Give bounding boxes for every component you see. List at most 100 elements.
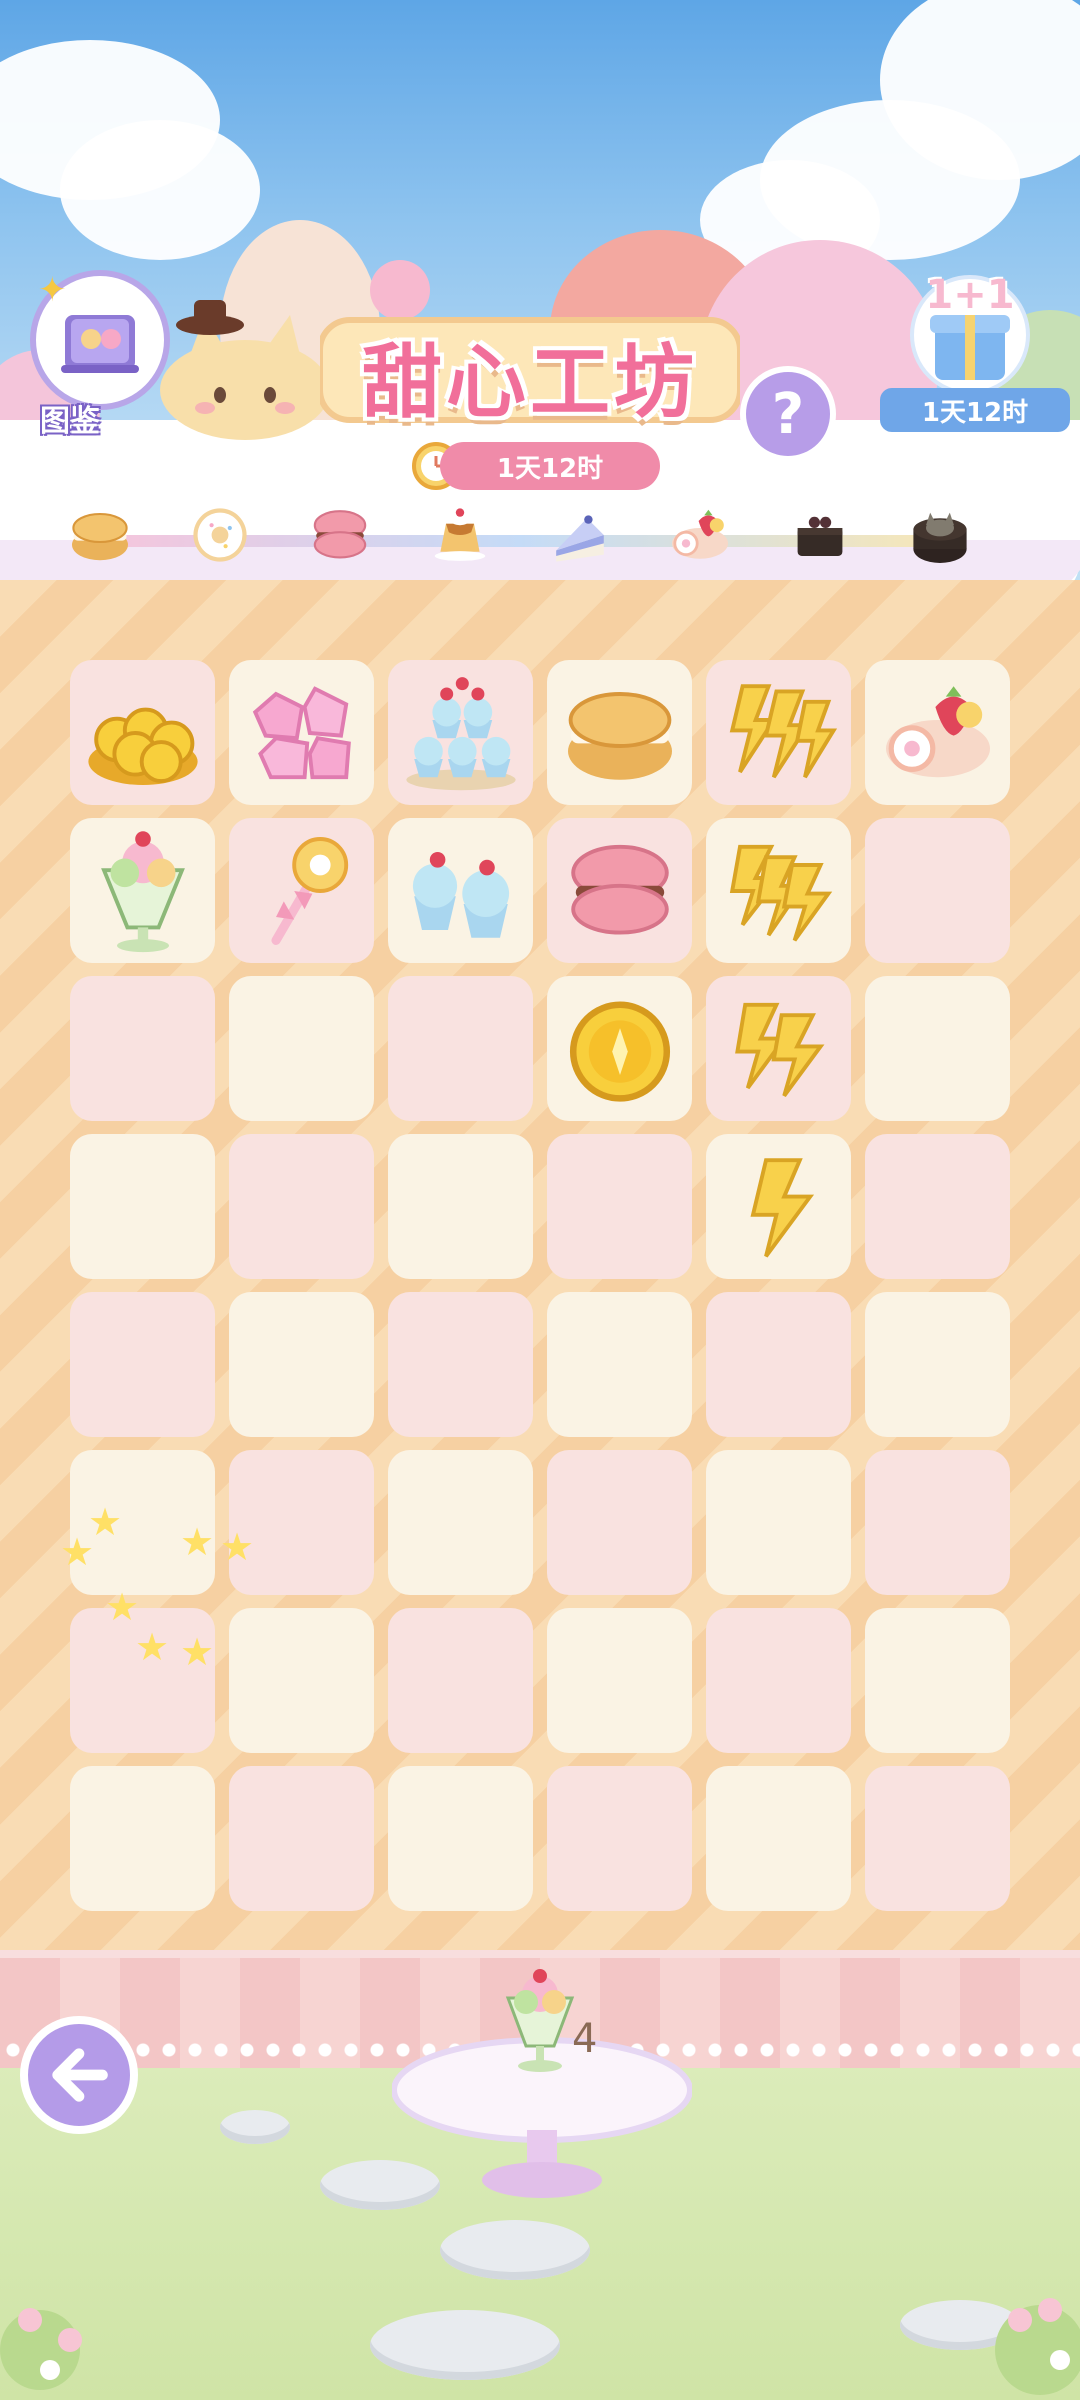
gold-coin-icon [569, 1001, 670, 1102]
board-cell[interactable] [706, 660, 851, 805]
board-cell[interactable] [706, 976, 851, 1121]
board-cell-empty[interactable] [388, 976, 533, 1121]
track-item-donut [185, 500, 255, 570]
board-cell-empty[interactable] [865, 976, 1010, 1121]
flower-bush [995, 2298, 1080, 2395]
board-cell-empty[interactable] [865, 1292, 1010, 1437]
gold-coins-pile-icon [87, 707, 198, 785]
board-cell-empty[interactable] [706, 1450, 851, 1595]
board-cell-empty[interactable] [388, 1134, 533, 1279]
board-cell[interactable] [229, 818, 374, 963]
track-item-pudding [425, 500, 495, 570]
board-cell-empty[interactable] [547, 1134, 692, 1279]
board-cell-empty[interactable] [388, 1292, 533, 1437]
board-cell-empty[interactable] [865, 1450, 1010, 1595]
page-title: 甜心工坊 [362, 336, 698, 429]
board-cell[interactable] [70, 660, 215, 805]
pink-gems-icon [252, 685, 351, 779]
sparkle-icon: ✦ [38, 270, 67, 310]
board-cell[interactable] [706, 1134, 851, 1279]
board-cell-empty[interactable] [865, 818, 1010, 963]
book-icon [61, 315, 139, 373]
cupcake-tower-icon [405, 676, 516, 790]
board-cell[interactable] [706, 818, 851, 963]
lollipop-wand-icon [270, 836, 348, 945]
sparkle-icon: ★ [88, 1500, 123, 1544]
macaron-icon [313, 510, 367, 559]
sparkle-icon: ★ [180, 1630, 215, 1674]
chocolate-cake-icon [797, 516, 843, 556]
sparkle-icon: ★ [220, 1525, 255, 1569]
board-cell-empty[interactable] [547, 1450, 692, 1595]
lightning-triple-icon [729, 683, 837, 778]
board-cell-empty[interactable] [70, 1292, 215, 1437]
strawberry-roll-icon [885, 685, 990, 777]
track-item-blueberry-cake [545, 500, 615, 570]
board-cell-empty[interactable] [547, 1608, 692, 1753]
macaron-icon [570, 844, 669, 935]
board-cell-empty[interactable] [229, 1766, 374, 1911]
order-count: 4 [572, 2016, 598, 2062]
board-cell-empty[interactable] [70, 976, 215, 1121]
donut-icon [193, 508, 247, 562]
track-item-strawberry-roll [665, 500, 735, 570]
board-cell[interactable] [229, 660, 374, 805]
track-item-chocolate-cake [785, 500, 855, 570]
board-cell[interactable] [388, 818, 533, 963]
cat-chocolate-cake-icon [913, 512, 967, 563]
track-item-cat-chocolate-cake [905, 500, 975, 570]
gift-bonus-button[interactable]: 1+1 [910, 270, 1030, 400]
blueberry-cake-icon [556, 515, 604, 562]
board-cell-empty[interactable] [388, 1608, 533, 1753]
board-cell-empty[interactable] [706, 1292, 851, 1437]
board-cell-empty[interactable] [388, 1450, 533, 1595]
pudding-icon [434, 508, 486, 561]
track-item-cream-puff [65, 500, 135, 570]
board-cell-empty[interactable] [229, 1450, 374, 1595]
board-cell[interactable] [547, 818, 692, 963]
parfait-icon [100, 830, 185, 952]
board-cell-empty[interactable] [70, 1766, 215, 1911]
strawberry-roll-icon [672, 509, 728, 559]
cream-puff-icon [567, 691, 672, 780]
board-cell-empty[interactable] [865, 1134, 1010, 1279]
lightning-stack-icon [729, 844, 832, 942]
help-button[interactable]: ? [740, 366, 836, 462]
lightning-double-icon [734, 1002, 824, 1097]
stepping-stone [220, 2110, 290, 2144]
board-cell[interactable] [70, 818, 215, 963]
stepping-stone [440, 2220, 590, 2280]
board-cell[interactable] [547, 660, 692, 805]
cupcake-pair-icon [412, 851, 509, 938]
board-cell-empty[interactable] [229, 1134, 374, 1279]
board-cell[interactable] [547, 976, 692, 1121]
board-cell-empty[interactable] [547, 1292, 692, 1437]
sparkle-icon: ★ [180, 1520, 215, 1564]
board-cell-empty[interactable] [229, 1292, 374, 1437]
board-cell-empty[interactable] [706, 1608, 851, 1753]
board-cell-empty[interactable] [865, 1608, 1010, 1753]
track-item-macaron [305, 500, 375, 570]
board-cell-empty[interactable] [865, 1766, 1010, 1911]
stepping-stone [370, 2310, 560, 2380]
sparkle-icon: ★ [135, 1625, 170, 1669]
gift-timer: 1天12时 [880, 388, 1070, 432]
board-cell-empty[interactable] [70, 1134, 215, 1279]
book-label: 图鉴 [40, 404, 100, 439]
event-timer: 1天12时 [440, 442, 660, 490]
board-cell-empty[interactable] [706, 1766, 851, 1911]
board-cell-empty[interactable] [388, 1766, 533, 1911]
board-cell-empty[interactable] [229, 1608, 374, 1753]
board-cell-empty[interactable] [547, 1766, 692, 1911]
gift-badge: 1+1 [925, 272, 1015, 318]
board-cell[interactable] [388, 660, 533, 805]
lightning-single-icon [750, 1157, 814, 1258]
arrow-left-icon [52, 2048, 108, 2102]
flower-bush [0, 2308, 82, 2390]
cream-puff-icon [72, 512, 128, 561]
board-cell[interactable] [865, 660, 1010, 805]
board-cell-empty[interactable] [229, 976, 374, 1121]
sparkle-icon: ★ [105, 1585, 140, 1629]
back-button[interactable] [20, 2016, 138, 2134]
cat-mascot-icon [160, 300, 330, 440]
